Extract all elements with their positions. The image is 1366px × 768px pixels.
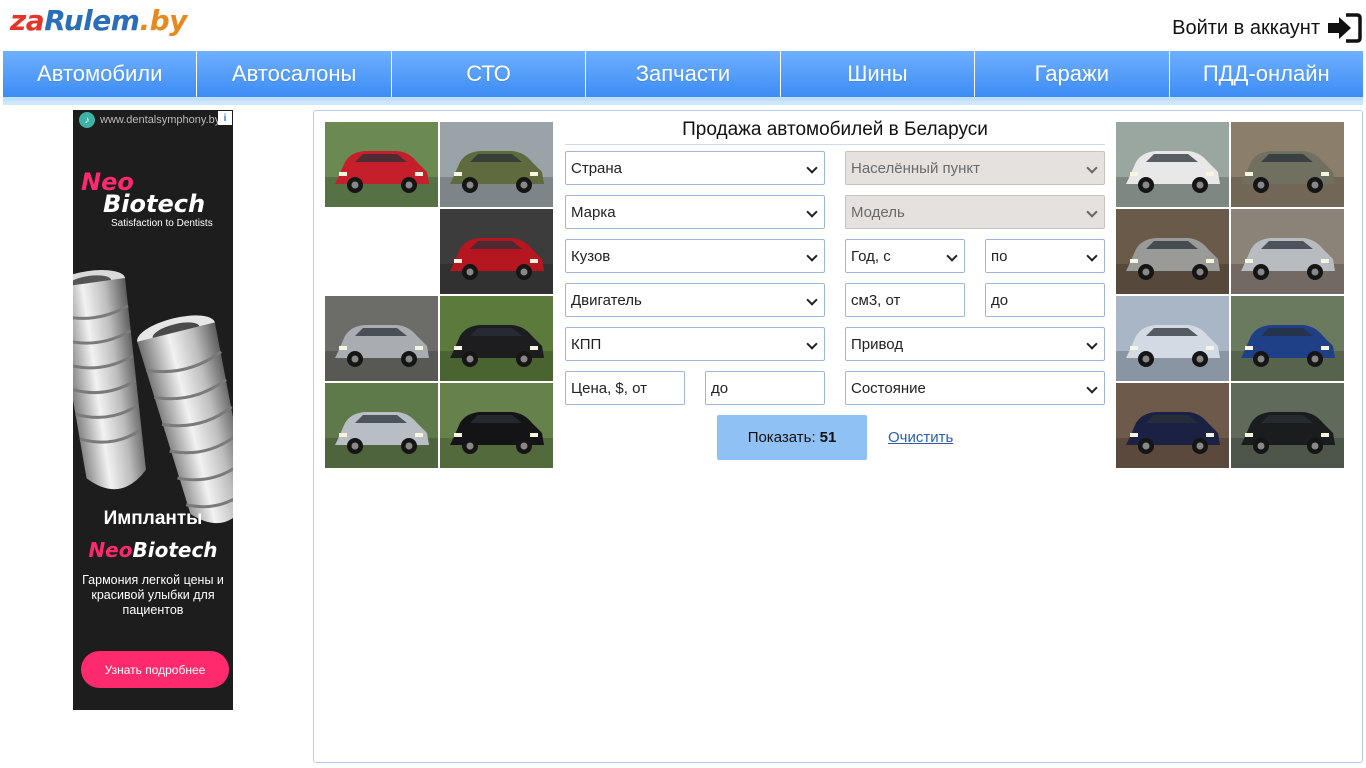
car-thumbnail-dark-blue-sedan[interactable] bbox=[1116, 383, 1229, 468]
car-thumbnail-silver-van[interactable] bbox=[1231, 209, 1344, 294]
car-thumbnail-blue-bmw[interactable] bbox=[1231, 296, 1344, 381]
ad-site-icon: ♪ bbox=[79, 112, 95, 128]
sign-in-icon bbox=[1328, 13, 1362, 43]
car-thumbnail-black-sedan[interactable] bbox=[440, 383, 553, 468]
page-title: Продажа автомобилей в Беларуси bbox=[565, 119, 1105, 145]
header: zaRulem.by Войти в аккаунт bbox=[0, 0, 1366, 50]
body-type-select[interactable]: Кузов bbox=[565, 239, 825, 273]
ad-brand-logo-small: NeoBiotech bbox=[88, 538, 218, 562]
ad-heading: Импланты bbox=[103, 508, 203, 529]
car-thumbnail-silver-mercedes[interactable] bbox=[1116, 209, 1229, 294]
car-photo bbox=[1116, 209, 1229, 294]
car-photo bbox=[440, 383, 553, 468]
car-thumbnail-white-wagon[interactable] bbox=[1116, 122, 1229, 207]
price-from-field[interactable] bbox=[571, 372, 684, 404]
brand-select[interactable]: Марка bbox=[565, 195, 825, 229]
thumbnail-placeholder bbox=[325, 209, 438, 294]
car-photo bbox=[440, 296, 553, 381]
nav-item-dealers[interactable]: Автосалоны bbox=[197, 51, 392, 97]
price-to-input[interactable] bbox=[705, 371, 825, 405]
nav-divider bbox=[3, 101, 1363, 105]
ad-source: ♪ www.dentalsymphony.by bbox=[73, 110, 233, 130]
ad-info-icon[interactable]: i bbox=[218, 111, 232, 125]
car-thumbnail-grey-renault[interactable] bbox=[1231, 122, 1344, 207]
results-count: 51 bbox=[819, 429, 837, 446]
ad-description: Гармония легкой цены и красивой улыбки д… bbox=[82, 573, 224, 617]
car-photo bbox=[325, 296, 438, 381]
car-photo bbox=[325, 383, 438, 468]
country-select[interactable]: Страна bbox=[565, 151, 825, 185]
car-photo bbox=[1231, 122, 1344, 207]
car-thumbnail-red-sedan[interactable] bbox=[325, 122, 438, 207]
car-photo bbox=[440, 209, 553, 294]
ad-brand-logo: Neo Biotech Satisfaction to Dentists bbox=[81, 168, 213, 229]
car-thumbnail-silver-suv[interactable] bbox=[325, 296, 438, 381]
thumbnail-grid-left bbox=[325, 122, 553, 468]
gearbox-select[interactable]: КПП bbox=[565, 327, 825, 361]
login-button[interactable]: Войти в аккаунт bbox=[1172, 12, 1362, 44]
car-photo bbox=[440, 122, 553, 207]
engine-volume-to-input[interactable] bbox=[985, 283, 1105, 317]
ad-learn-more-button[interactable]: Узнать подробнее bbox=[81, 651, 229, 688]
nav-item-garages[interactable]: Гаражи bbox=[975, 51, 1170, 97]
year-to-select[interactable]: по bbox=[985, 239, 1105, 273]
nav-item-parts[interactable]: Запчасти bbox=[586, 51, 781, 97]
locality-select: Населённый пункт bbox=[845, 151, 1105, 185]
car-photo bbox=[1116, 383, 1229, 468]
engine-volume-to-field[interactable] bbox=[991, 284, 1104, 316]
site-logo[interactable]: zaRulem.by bbox=[10, 4, 187, 37]
engine-select[interactable]: Двигатель bbox=[565, 283, 825, 317]
engine-volume-from-input[interactable] bbox=[845, 283, 965, 317]
clear-filters-link[interactable]: Очистить bbox=[888, 429, 953, 446]
nav-item-tires[interactable]: Шины bbox=[781, 51, 976, 97]
car-photo bbox=[1116, 122, 1229, 207]
nav-item-cars[interactable]: Автомобили bbox=[3, 51, 198, 97]
car-photo bbox=[1231, 383, 1344, 468]
car-photo bbox=[1231, 209, 1344, 294]
ad-site-url: www.dentalsymphony.by bbox=[100, 114, 221, 126]
car-thumbnail-snowy-car[interactable] bbox=[1116, 296, 1229, 381]
year-from-select[interactable]: Год, с bbox=[845, 239, 965, 273]
engine-volume-from-field[interactable] bbox=[851, 284, 964, 316]
ad-banner[interactable]: ♪ www.dentalsymphony.by i Neo Biotech Sa… bbox=[73, 110, 233, 710]
car-thumbnail-black-jeep[interactable] bbox=[1231, 383, 1344, 468]
condition-select[interactable]: Состояние bbox=[845, 371, 1105, 405]
thumbnail-grid-right bbox=[1116, 122, 1344, 468]
car-thumbnail-black-suv[interactable] bbox=[440, 296, 553, 381]
drive-select[interactable]: Привод bbox=[845, 327, 1105, 361]
car-photo bbox=[1116, 296, 1229, 381]
login-label: Войти в аккаунт bbox=[1172, 16, 1320, 39]
car-thumbnail-red-car-closeup[interactable] bbox=[440, 209, 553, 294]
nav-item-traffic-rules[interactable]: ПДД-онлайн bbox=[1170, 51, 1363, 97]
show-results-button[interactable]: Показать: 51 bbox=[717, 415, 867, 460]
car-thumbnail-military-truck[interactable] bbox=[440, 122, 553, 207]
model-select: Модель bbox=[845, 195, 1105, 229]
car-thumbnail-silver-coupe[interactable] bbox=[325, 383, 438, 468]
price-from-input[interactable] bbox=[565, 371, 685, 405]
car-photo bbox=[325, 122, 438, 207]
nav-item-service[interactable]: СТО bbox=[392, 51, 587, 97]
main-nav: Автомобили Автосалоны СТО Запчасти Шины … bbox=[3, 51, 1363, 101]
price-to-field[interactable] bbox=[711, 372, 824, 404]
car-photo bbox=[1231, 296, 1344, 381]
